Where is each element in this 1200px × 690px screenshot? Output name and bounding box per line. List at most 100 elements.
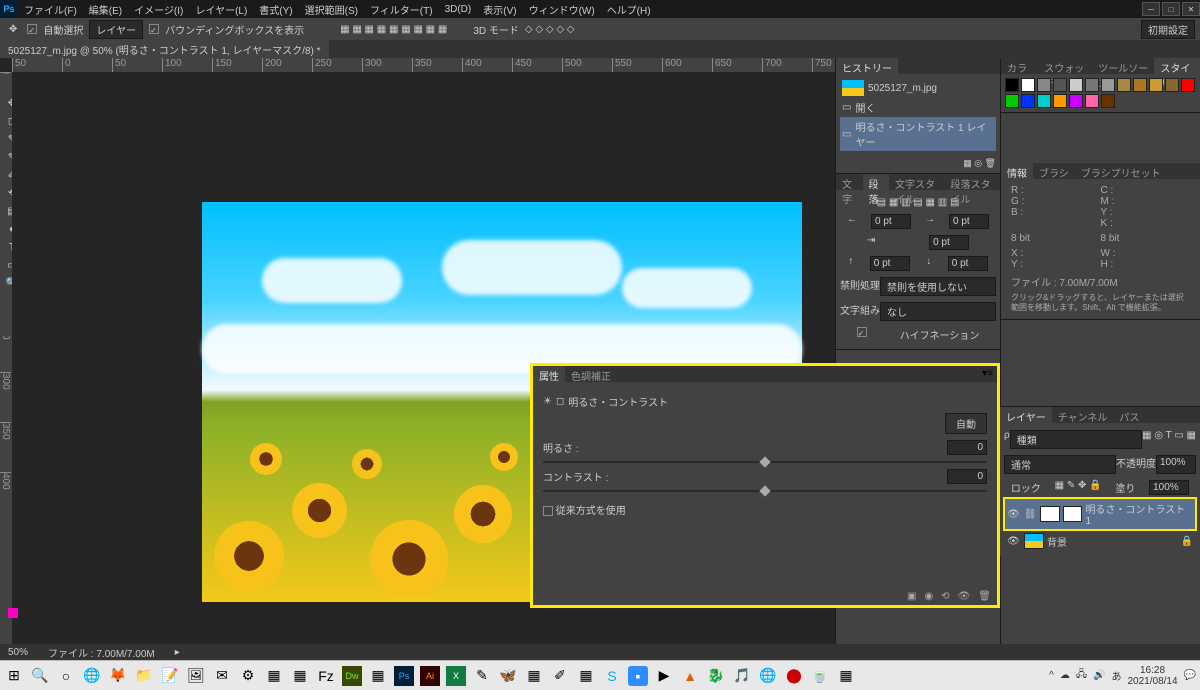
tab-brush-preset[interactable]: ブラシプリセット — [1075, 163, 1167, 179]
vlc-icon[interactable]: ▲ — [680, 666, 700, 686]
record-icon[interactable]: ⬤ — [784, 666, 804, 686]
swatch[interactable] — [1165, 78, 1179, 92]
tray-chevron-icon[interactable]: ^ — [1049, 670, 1054, 681]
lock-icons[interactable]: ▦ ✎ ✥ 🔒 — [1055, 480, 1102, 495]
fill-input[interactable]: 100% — [1149, 480, 1189, 495]
align-icons[interactable]: ▦ ▦ ▦ ▦ ▦ ▦ ▦ ▦ ▦ — [340, 24, 447, 35]
history-doc-thumb[interactable]: 5025127_m.jpg — [840, 78, 996, 98]
swatch[interactable] — [1053, 78, 1067, 92]
app-icon-3[interactable]: ✎ — [472, 666, 492, 686]
notifications-icon[interactable]: 💬 — [1184, 670, 1196, 681]
tab-channels[interactable]: チャンネル — [1052, 407, 1114, 423]
swatch[interactable] — [1021, 78, 1035, 92]
mojikumi-dropdown[interactable]: なし — [880, 302, 996, 321]
indent-left-input[interactable]: 0 pt — [871, 214, 911, 229]
contrast-input[interactable]: 0 — [947, 469, 987, 484]
swatch[interactable] — [1037, 94, 1051, 108]
dreamweaver-icon[interactable]: Dw — [342, 666, 362, 686]
space-before-input[interactable]: 0 pt — [870, 256, 910, 271]
space-after-input[interactable]: 0 pt — [948, 256, 988, 271]
clip-icon[interactable]: ▣ — [907, 591, 916, 602]
bounding-box-checkbox[interactable] — [149, 24, 159, 34]
tab-paragraph[interactable]: 段落 — [863, 174, 890, 190]
tray-ime-icon[interactable]: あ — [1111, 668, 1121, 683]
swatch[interactable] — [1101, 94, 1115, 108]
skype-icon[interactable]: S — [602, 666, 622, 686]
layer-filter-icons[interactable]: ▦ ◎ T ▭ ▦ — [1142, 430, 1196, 449]
app-icon-13[interactable]: ▦ — [836, 666, 856, 686]
swatch[interactable] — [1021, 94, 1035, 108]
swatch[interactable] — [1117, 78, 1131, 92]
app-icon-4[interactable]: 🦋 — [498, 666, 518, 686]
tray-network-icon[interactable]: 🖧 — [1076, 667, 1087, 684]
layer-kind-dropdown[interactable]: 種類 — [1010, 430, 1142, 449]
notepad-icon[interactable]: 📝 — [160, 666, 180, 686]
app-icon-10[interactable]: 🎵 — [732, 666, 752, 686]
explorer-icon[interactable]: 📁 — [134, 666, 154, 686]
blend-mode-dropdown[interactable]: 通常 — [1004, 455, 1116, 474]
indent-first-input[interactable]: 0 pt — [929, 235, 969, 250]
tab-properties[interactable]: 属性 — [533, 366, 565, 382]
search-icon[interactable]: 🔍 — [30, 666, 50, 686]
firefox-icon[interactable]: 🦊 — [108, 666, 128, 686]
layer-background[interactable]: 👁 背景 🔒 — [1004, 530, 1196, 552]
app-icon-11[interactable]: 🌐 — [758, 666, 778, 686]
layer-brightness-contrast[interactable]: 👁 ⛓ 明るさ・コントラスト 1 — [1004, 498, 1196, 530]
swatch[interactable] — [1085, 94, 1099, 108]
app-icon-5[interactable]: ▦ — [524, 666, 544, 686]
photos-icon[interactable]: 🖼 — [186, 666, 206, 686]
menu-3d[interactable]: 3D(D) — [439, 4, 478, 15]
brightness-input[interactable]: 0 — [947, 440, 987, 455]
outlook-icon[interactable]: ✉ — [212, 666, 232, 686]
brightness-slider[interactable] — [543, 461, 987, 463]
illustrator-icon[interactable]: Ai — [420, 666, 440, 686]
app-icon-1[interactable]: ▦ — [264, 666, 284, 686]
swatch[interactable] — [1085, 78, 1099, 92]
panel-menu-icon[interactable]: ▾≡ — [978, 366, 997, 382]
menu-view[interactable]: 表示(V) — [477, 2, 522, 17]
clock[interactable]: 16:28 2021/08/14 — [1127, 665, 1177, 687]
auto-select-mode-dropdown[interactable]: レイヤー — [89, 20, 143, 39]
tab-history[interactable]: ヒストリー — [836, 58, 898, 74]
visibility-icon[interactable]: 👁 — [1007, 536, 1021, 547]
tab-layers[interactable]: レイヤー — [1000, 407, 1052, 423]
swatch[interactable] — [1069, 78, 1083, 92]
tab-swatch[interactable]: スウォッチ — [1038, 58, 1092, 74]
menu-select[interactable]: 選択範囲(S) — [299, 2, 364, 17]
cortana-icon[interactable]: ○ — [56, 666, 76, 686]
tab-style[interactable]: スタイル — [1154, 58, 1200, 74]
start-button[interactable]: ⊞ — [4, 666, 24, 686]
menu-type[interactable]: 書式(Y) — [253, 2, 298, 17]
auto-button[interactable]: 自動 — [945, 413, 987, 434]
tab-char[interactable]: 文字 — [836, 174, 863, 190]
visibility-icon[interactable]: 👁 — [958, 591, 971, 602]
swatch[interactable] — [1037, 78, 1051, 92]
swatch[interactable] — [1181, 78, 1195, 92]
tab-color[interactable]: カラー — [1001, 58, 1038, 74]
menu-filter[interactable]: フィルター(T) — [364, 2, 439, 17]
document-tab[interactable]: 5025127_m.jpg @ 50% (明るさ・コントラスト 1, レイヤーマ… — [0, 40, 329, 59]
reset-icon[interactable]: ⟲ — [941, 591, 949, 602]
app-icon-7[interactable]: ▦ — [576, 666, 596, 686]
swatch[interactable] — [1005, 78, 1019, 92]
chrome-icon[interactable]: 🌐 — [82, 666, 102, 686]
zoom-level[interactable]: 50% — [8, 647, 28, 658]
prev-icon[interactable]: ◉ — [924, 591, 933, 602]
contrast-slider[interactable] — [543, 490, 987, 492]
align-buttons[interactable]: ▤ ▦ ▥ ▤ ▦ ▥ ▤ — [840, 194, 996, 211]
minimize-button[interactable]: ─ — [1142, 2, 1160, 16]
tab-para-style[interactable]: 段落スタイル — [945, 174, 1001, 190]
app-icon-6[interactable]: ✐ — [550, 666, 570, 686]
swatch[interactable] — [1149, 78, 1163, 92]
hyphen-checkbox[interactable] — [857, 327, 867, 337]
tab-char-style[interactable]: 文字スタイル — [889, 174, 945, 190]
mode-3d-icons[interactable]: ◇ ◇ ◇ ◇ ◇ — [525, 24, 575, 35]
menu-edit[interactable]: 編集(E) — [83, 2, 128, 17]
link-icon[interactable]: ⛓ — [1024, 509, 1037, 520]
kinsoku-dropdown[interactable]: 禁則を使用しない — [880, 277, 996, 296]
legacy-checkbox[interactable] — [543, 506, 553, 516]
status-file-size[interactable]: ファイル : 7.00M/7.00M — [48, 645, 155, 660]
workspace-preset-dropdown[interactable]: 初期設定 — [1141, 20, 1195, 39]
close-button[interactable]: ✕ — [1182, 2, 1200, 16]
swatch[interactable] — [1069, 94, 1083, 108]
